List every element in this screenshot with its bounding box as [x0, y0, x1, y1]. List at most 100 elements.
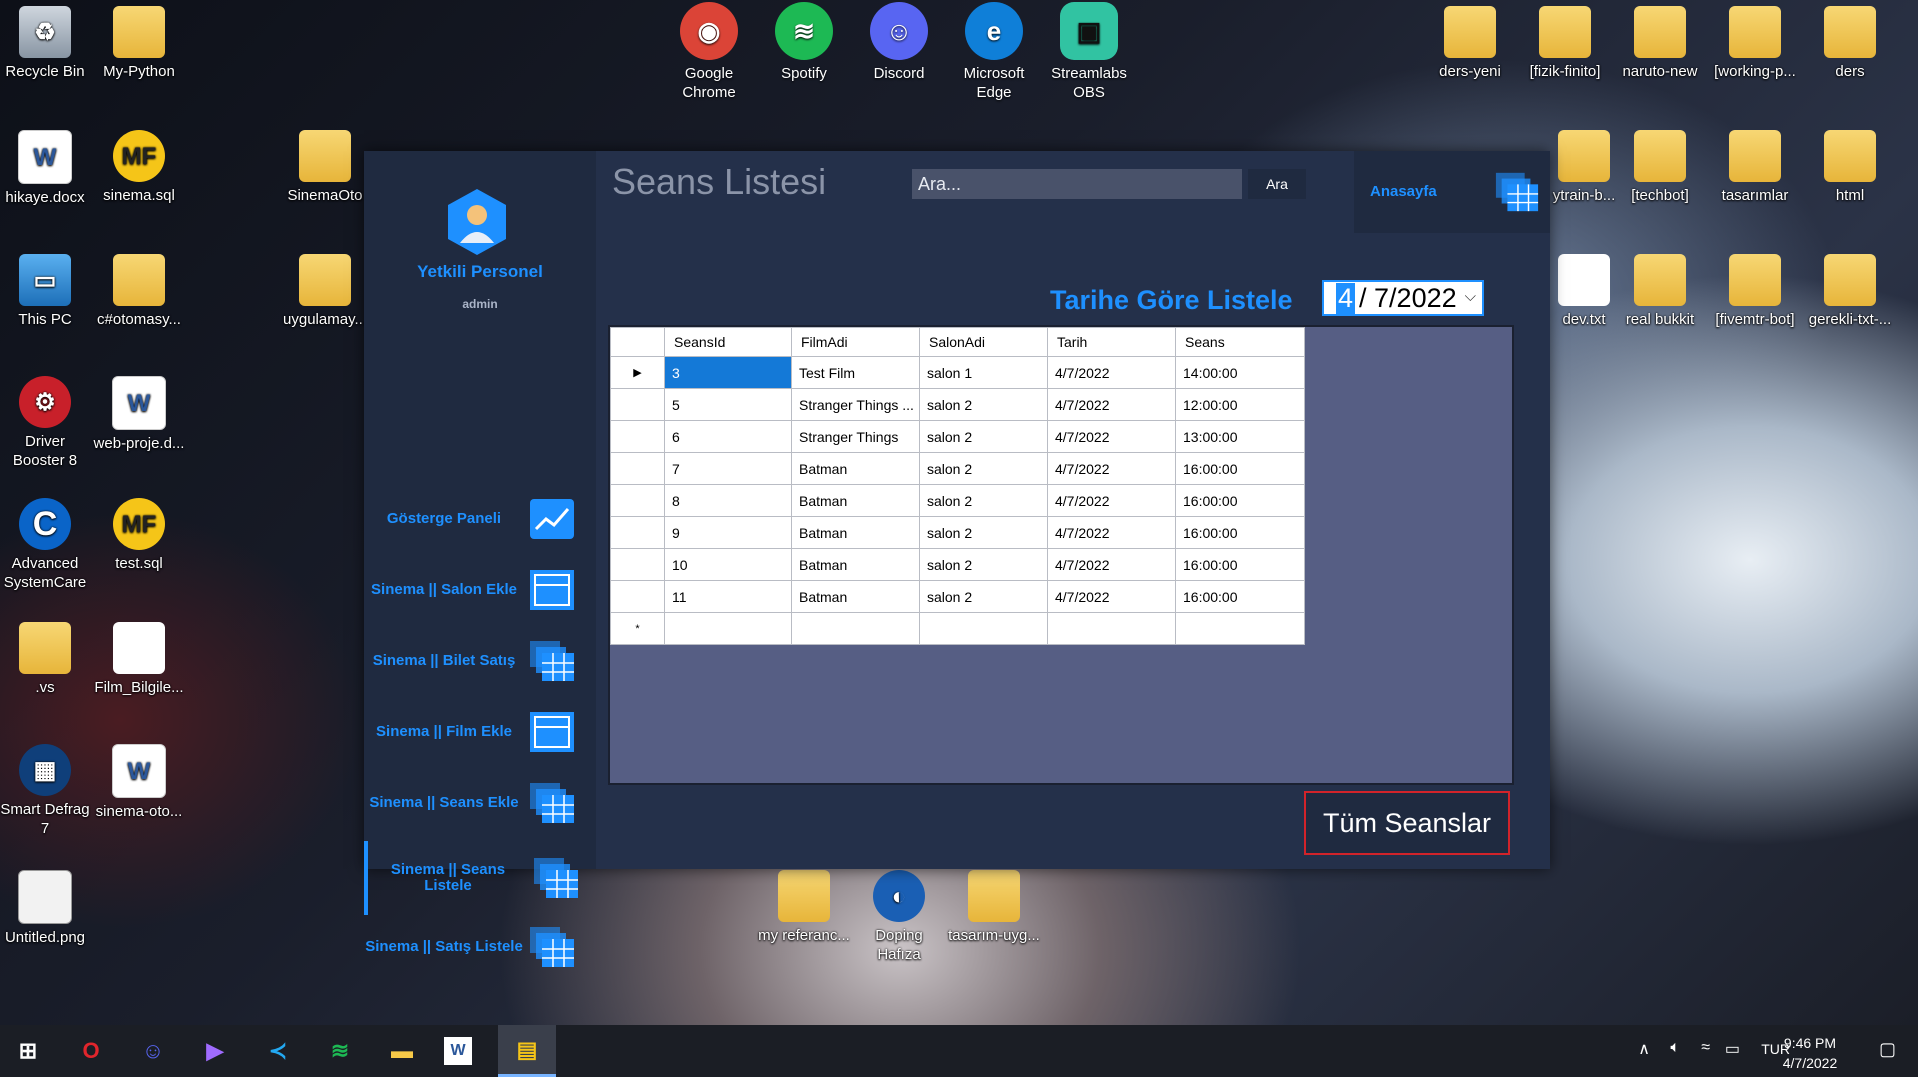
battery-icon[interactable]: ▭ [1725, 1039, 1740, 1059]
fivemtr-bot-desktop-icon[interactable]: [fivemtr-bot] [1709, 254, 1801, 329]
table-cell[interactable]: salon 2 [919, 388, 1048, 421]
tasarimlar-desktop-icon[interactable]: tasarımlar [1709, 130, 1801, 205]
nav-salon-ekle[interactable]: Sinema || Salon Ekle [364, 558, 596, 622]
chevron-up-icon[interactable]: ∧ [1638, 1039, 1650, 1059]
table-cell[interactable]: 4/7/2022 [1047, 388, 1176, 421]
hikaye-docx-desktop-icon[interactable]: W hikaye.docx [0, 130, 91, 207]
clock[interactable]: 9:46 PM 4/7/2022 [1770, 1033, 1850, 1073]
file-explorer-icon[interactable]: ▬ [382, 1031, 422, 1071]
recycle-bin-desktop-icon[interactable]: ♻ Recycle Bin [0, 6, 91, 81]
table-cell[interactable]: 11 [664, 580, 792, 613]
nav-seans-listele[interactable]: Sinema || Seans Listele [364, 841, 600, 915]
microsoft-edge-shortcut[interactable]: e Microsoft Edge [948, 2, 1040, 102]
table-cell[interactable]: 3 [664, 356, 792, 389]
table-cell[interactable]: 16:00:00 [1175, 580, 1305, 613]
table-cell[interactable]: Batman [791, 548, 920, 581]
table-cell[interactable]: 12:00:00 [1175, 388, 1305, 421]
row-header[interactable] [610, 484, 665, 517]
table-cell[interactable]: 5 [664, 388, 792, 421]
ders-yeni-desktop-icon[interactable]: ders-yeni [1424, 6, 1516, 81]
table-cell[interactable]: 4/7/2022 [1047, 580, 1176, 613]
table-cell[interactable]: 8 [664, 484, 792, 517]
table-cell[interactable]: Batman [791, 452, 920, 485]
table-cell[interactable] [791, 612, 920, 645]
nav-bilet-satis[interactable]: Sinema || Bilet Satış [364, 629, 596, 693]
discord-shortcut[interactable]: ☺ Discord [853, 2, 945, 83]
start-icon[interactable]: ⊞ [8, 1031, 48, 1071]
my-python-desktop-icon[interactable]: My-Python [93, 6, 185, 81]
word-icon[interactable]: W [444, 1037, 472, 1065]
table-cell[interactable]: salon 1 [919, 356, 1048, 389]
sinema-sql-desktop-icon[interactable]: MF sinema.sql [93, 130, 185, 205]
volume-icon[interactable]: 🔈︎ [1670, 1039, 1680, 1057]
column-header[interactable]: SalonAdi [919, 327, 1048, 357]
smart-defrag-desktop-icon[interactable]: ▦ Smart Defrag 7 [0, 744, 91, 838]
spotify-icon[interactable]: ≋ [320, 1031, 360, 1071]
real-bukkit-desktop-icon[interactable]: real bukkit [1614, 254, 1706, 329]
table-cell[interactable]: salon 2 [919, 452, 1048, 485]
table-cell[interactable]: 13:00:00 [1175, 420, 1305, 453]
driver-booster-desktop-icon[interactable]: ⚙ Driver Booster 8 [0, 376, 91, 470]
table-cell[interactable]: Stranger Things [791, 420, 920, 453]
row-header[interactable] [610, 452, 665, 485]
table-cell[interactable]: 16:00:00 [1175, 516, 1305, 549]
row-header[interactable] [610, 548, 665, 581]
fizik-finito-desktop-icon[interactable]: [fizik-finito] [1519, 6, 1611, 81]
gerekli-txt-desktop-icon[interactable]: gerekli-txt-... [1804, 254, 1896, 329]
my-referanc-desktop-icon[interactable]: my referanc... [758, 870, 850, 945]
notification-icon[interactable]: ▢ [1879, 1039, 1896, 1060]
column-header[interactable]: SeansId [664, 327, 792, 357]
table-cell[interactable]: salon 2 [919, 420, 1048, 453]
table-cell[interactable]: 16:00:00 [1175, 452, 1305, 485]
spotify-shortcut[interactable]: ≋ Spotify [758, 2, 850, 83]
table-row[interactable]: ▶ 3 Test Film salon 1 4/7/2022 14:00:00 [610, 356, 1305, 389]
search-input[interactable] [912, 169, 1242, 199]
column-header[interactable]: Seans [1175, 327, 1305, 357]
test-sql-desktop-icon[interactable]: MF test.sql [93, 498, 185, 573]
seans-data-grid[interactable]: SeansId FilmAdi SalonAdi Tarih Seans ▶ 3 T… [608, 325, 1514, 785]
table-cell[interactable]: salon 2 [919, 484, 1048, 517]
row-header[interactable] [610, 420, 665, 453]
html-desktop-icon[interactable]: html [1804, 130, 1896, 205]
table-cell[interactable]: 4/7/2022 [1047, 484, 1176, 517]
table-row[interactable]: 8 Batman salon 2 4/7/2022 16:00:00 [610, 484, 1305, 517]
table-cell[interactable]: 16:00:00 [1175, 484, 1305, 517]
doping-hafiza-desktop-icon[interactable]: ◐ Doping Hafıza [853, 870, 945, 964]
this-pc-desktop-icon[interactable]: ▭ This PC [0, 254, 91, 329]
table-cell[interactable]: salon 2 [919, 580, 1048, 613]
nav-seans-ekle[interactable]: Sinema || Seans Ekle [364, 771, 596, 835]
table-cell[interactable]: 4/7/2022 [1047, 420, 1176, 453]
nav-gosterge-paneli[interactable]: Gösterge Paneli [364, 487, 596, 551]
table-cell[interactable]: 14:00:00 [1175, 356, 1305, 389]
table-cell[interactable]: 9 [664, 516, 792, 549]
table-cell[interactable]: salon 2 [919, 548, 1048, 581]
vs-folder-desktop-icon[interactable]: .vs [0, 622, 91, 697]
opera-icon[interactable]: O [71, 1031, 111, 1071]
table-cell[interactable]: 6 [664, 420, 792, 453]
table-cell[interactable]: salon 2 [919, 516, 1048, 549]
tum-seanslar-button[interactable]: Tüm Seanslar [1304, 791, 1510, 855]
table-row[interactable]: 11 Batman salon 2 4/7/2022 16:00:00 [610, 580, 1305, 613]
sinema-oto-docx-desktop-icon[interactable]: W sinema-oto... [93, 744, 185, 821]
web-proje-desktop-icon[interactable]: W web-proje.d... [93, 376, 185, 453]
naruto-new-desktop-icon[interactable]: naruto-new [1614, 6, 1706, 81]
sinemaoto-desktop-icon[interactable]: SinemaOto [279, 130, 371, 205]
date-picker[interactable]: 4 / 7/2022 ⌵ [1322, 280, 1484, 316]
table-cell[interactable]: Batman [791, 580, 920, 613]
nav-film-ekle[interactable]: Sinema || Film Ekle [364, 700, 596, 764]
techbot-desktop-icon[interactable]: [techbot] [1614, 130, 1706, 205]
table-cell[interactable]: Batman [791, 484, 920, 517]
google-chrome-shortcut[interactable]: ◉ Google Chrome [663, 2, 755, 102]
table-row[interactable]: 5 Stranger Things ... salon 2 4/7/2022 12:00… [610, 388, 1305, 421]
table-cell[interactable]: Batman [791, 516, 920, 549]
row-header[interactable] [610, 388, 665, 421]
table-cell[interactable] [664, 612, 792, 645]
row-header[interactable]: ▶ [610, 356, 665, 389]
table-cell[interactable]: 4/7/2022 [1047, 452, 1176, 485]
table-row[interactable]: 9 Batman salon 2 4/7/2022 16:00:00 [610, 516, 1305, 549]
column-header[interactable]: FilmAdi [791, 327, 920, 357]
table-cell[interactable]: Stranger Things ... [791, 388, 920, 421]
untitled-png-desktop-icon[interactable]: Untitled.png [0, 870, 91, 947]
home-panel[interactable]: Anasayfa [1354, 151, 1550, 233]
table-cell[interactable] [1047, 612, 1176, 645]
